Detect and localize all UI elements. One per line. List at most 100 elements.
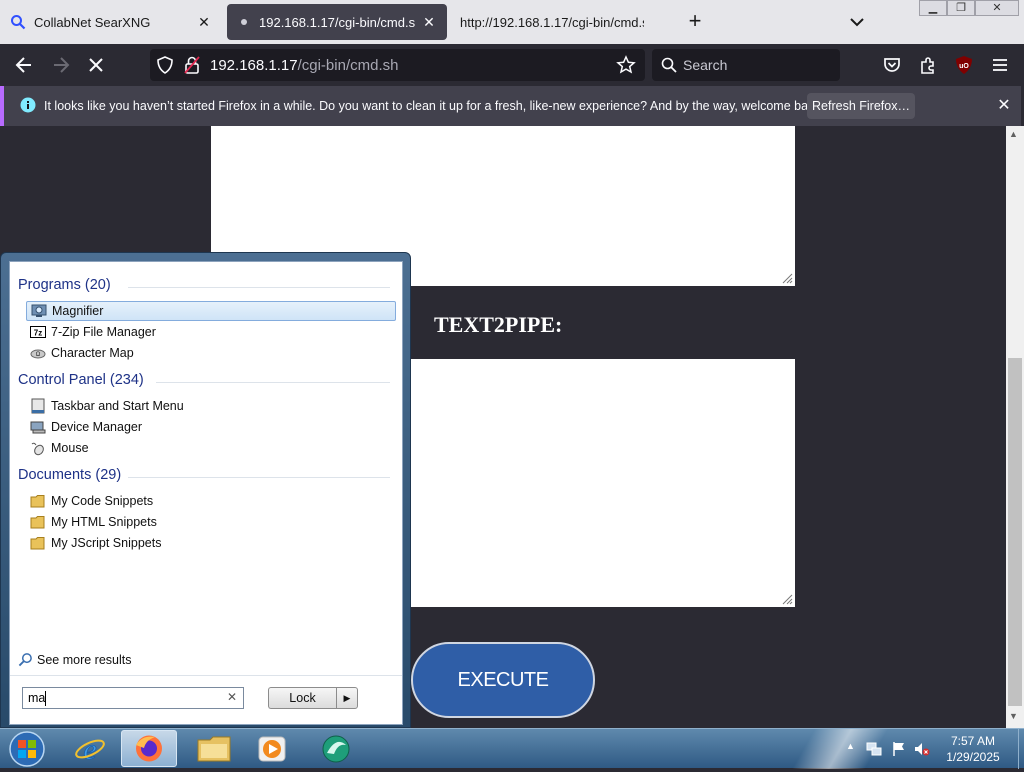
- shield-icon[interactable]: [156, 56, 174, 74]
- chevron-down-icon: [850, 18, 864, 27]
- power-options-arrow-button[interactable]: ▶: [336, 687, 358, 709]
- group-divider: [156, 382, 390, 383]
- internet-explorer-icon: e: [75, 733, 105, 766]
- group-control-panel-title: Control Panel (234): [18, 372, 144, 388]
- ublock-origin-icon: uO: [956, 56, 972, 74]
- close-tab-icon[interactable]: ✕: [196, 14, 212, 31]
- volume-muted-icon[interactable]: [914, 741, 930, 757]
- taskbar: e ▲ 7:57 AM 1/29/2025: [0, 728, 1024, 769]
- result-label: My HTML Snippets: [51, 515, 157, 529]
- back-button[interactable]: [12, 53, 36, 77]
- url-text: 192.168.1.17/cgi-bin/cmd.sh: [210, 57, 398, 74]
- tab-strip: CollabNet SearXNG ✕ 192.168.1.17/cgi-bin…: [0, 0, 1024, 44]
- result-item-my-jscript-snippets[interactable]: My JScript Snippets: [26, 533, 396, 553]
- list-all-tabs-button[interactable]: [845, 10, 869, 34]
- system-clock[interactable]: 7:57 AM 1/29/2025: [930, 733, 1016, 765]
- ublock-origin-button[interactable]: uO: [952, 53, 976, 77]
- result-item-character-map[interactable]: Ω Character Map: [26, 343, 396, 363]
- tab-cmd-sh-url[interactable]: http://192.168.1.17/cgi-bin/cmd.sh: [452, 4, 652, 40]
- refresh-firefox-notification: It looks like you haven’t started Firefo…: [0, 86, 1021, 126]
- scrollbar-thumb[interactable]: [1008, 358, 1022, 706]
- scroll-up-arrow-icon[interactable]: ▲: [1009, 129, 1018, 139]
- result-item-my-code-snippets[interactable]: My Code Snippets: [26, 491, 396, 511]
- refresh-firefox-button[interactable]: Refresh Firefox…: [807, 93, 915, 119]
- folder-icon: [30, 495, 45, 508]
- start-menu: Programs (20) Magnifier 7z 7-Zip File Ma…: [0, 252, 411, 728]
- close-window-button[interactable]: ✕: [975, 0, 1019, 16]
- url-bar[interactable]: 192.168.1.17/cgi-bin/cmd.sh: [150, 49, 645, 81]
- result-label: My JScript Snippets: [51, 536, 162, 550]
- result-item-device-manager[interactable]: Device Manager: [26, 417, 396, 437]
- taskbar-app[interactable]: [308, 730, 364, 767]
- search-icon: [18, 653, 32, 667]
- tab-title: 192.168.1.17/cgi-bin/cmd.sh: [259, 14, 415, 30]
- forward-button[interactable]: [49, 53, 73, 77]
- lock-button[interactable]: Lock: [268, 687, 336, 709]
- menu-button[interactable]: [988, 53, 1012, 77]
- searxng-magnifier-icon: [11, 15, 26, 30]
- start-button[interactable]: [4, 729, 50, 769]
- device-manager-icon: [30, 421, 46, 434]
- search-icon: [661, 57, 677, 73]
- result-label: 7-Zip File Manager: [51, 325, 156, 339]
- minimize-button[interactable]: ▁: [919, 0, 947, 16]
- close-tab-icon[interactable]: ✕: [421, 14, 437, 31]
- clock-time: 7:57 AM: [950, 734, 996, 748]
- firefox-icon: [136, 735, 162, 762]
- folder-icon: [30, 537, 45, 550]
- result-item-my-html-snippets[interactable]: My HTML Snippets: [26, 512, 396, 532]
- search-placeholder: Search: [683, 57, 728, 73]
- result-item-magnifier[interactable]: Magnifier: [26, 301, 396, 321]
- start-menu-results-panel: Programs (20) Magnifier 7z 7-Zip File Ma…: [9, 261, 403, 725]
- info-icon: [20, 97, 36, 113]
- scroll-down-arrow-icon[interactable]: ▼: [1009, 711, 1018, 721]
- loading-dot-icon: [241, 19, 247, 25]
- folder-icon: [30, 516, 45, 529]
- result-item-mouse[interactable]: Mouse: [26, 438, 396, 458]
- restore-button[interactable]: ❐: [947, 0, 975, 16]
- new-tab-button[interactable]: +: [683, 10, 707, 34]
- result-label: Magnifier: [52, 304, 104, 318]
- result-item-7zip[interactable]: 7z 7-Zip File Manager: [26, 322, 396, 342]
- group-divider: [128, 287, 390, 288]
- media-player-icon: [258, 736, 286, 762]
- taskbar-firefox[interactable]: [121, 730, 177, 767]
- action-center-flag-icon[interactable]: [891, 741, 907, 757]
- pocket-button[interactable]: [880, 53, 904, 77]
- show-hidden-icons-arrow-icon[interactable]: ▲: [846, 741, 855, 751]
- close-notification-button[interactable]: ✕: [994, 96, 1014, 116]
- show-desktop-button[interactable]: [1018, 729, 1024, 769]
- tab-title: http://192.168.1.17/cgi-bin/cmd.sh: [460, 14, 644, 30]
- tab-cmd-sh-active[interactable]: 192.168.1.17/cgi-bin/cmd.sh ✕: [227, 4, 447, 40]
- app-icon: [322, 735, 350, 763]
- resize-grip-icon[interactable]: [781, 272, 793, 284]
- extensions-button[interactable]: [916, 53, 940, 77]
- clear-search-icon[interactable]: ✕: [227, 690, 237, 704]
- result-item-taskbar-and-start-menu[interactable]: Taskbar and Start Menu: [26, 396, 396, 416]
- resize-grip-icon[interactable]: [781, 593, 793, 605]
- magnifier-icon: [31, 304, 47, 317]
- notification-message: It looks like you haven’t started Firefo…: [44, 99, 825, 113]
- puzzle-piece-icon: [921, 57, 934, 74]
- svg-text:uO: uO: [959, 63, 969, 70]
- see-more-results-label: See more results: [37, 652, 132, 667]
- see-more-results-link[interactable]: See more results: [18, 652, 131, 667]
- stop-button[interactable]: [84, 53, 108, 77]
- result-label: Mouse: [51, 441, 89, 455]
- taskbar-media-player[interactable]: [244, 730, 300, 767]
- pocket-icon: [884, 58, 900, 72]
- execute-button[interactable]: EXECUTE: [411, 642, 595, 718]
- page-scrollbar[interactable]: ▲ ▼: [1006, 126, 1024, 728]
- start-search-value: ma: [28, 691, 46, 705]
- insecure-lock-icon[interactable]: [184, 56, 200, 74]
- result-label: Taskbar and Start Menu: [51, 399, 184, 413]
- taskbar-file-explorer[interactable]: [186, 730, 242, 767]
- star-bookmark-icon[interactable]: [616, 55, 636, 75]
- search-bar[interactable]: Search: [652, 49, 840, 81]
- windows-start-orb-icon: [9, 731, 45, 767]
- taskbar-internet-explorer[interactable]: e: [62, 730, 118, 767]
- start-search-input[interactable]: ma ✕: [22, 687, 244, 709]
- tab-collabnet-searxng[interactable]: CollabNet SearXNG ✕: [0, 4, 222, 40]
- network-icon[interactable]: [866, 741, 882, 757]
- close-icon: [89, 58, 103, 72]
